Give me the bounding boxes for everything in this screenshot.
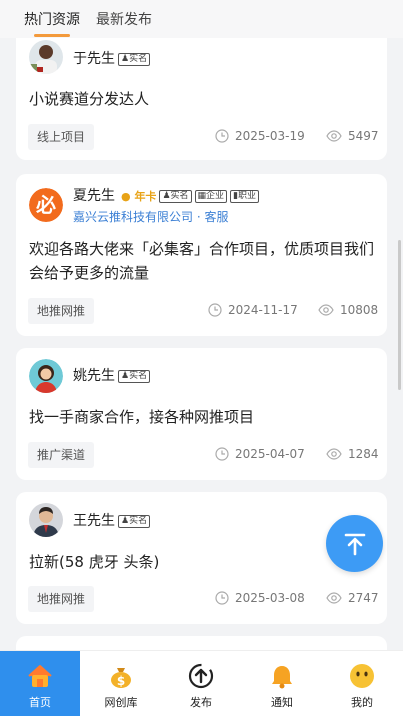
- bell-icon: [272, 666, 292, 689]
- home-icon: [28, 665, 52, 687]
- view-count-text: 5497: [348, 129, 379, 143]
- view-count-text: 10808: [340, 303, 379, 317]
- post-date-text: 2025-04-07: [235, 447, 305, 461]
- realname-badge: ♟实名: [159, 189, 192, 203]
- poster-name: 于先生 ♟实名: [73, 48, 151, 68]
- publish-icon: [188, 663, 214, 689]
- realname-badge: ♟实名: [118, 52, 151, 66]
- clock-icon: [215, 447, 229, 461]
- tab-hot-resources[interactable]: 热门资源: [24, 9, 80, 29]
- eye-icon: [326, 592, 342, 604]
- view-count: 10808: [318, 303, 378, 317]
- avatar[interactable]: [29, 359, 63, 393]
- poster-name-text: 夏先生: [73, 188, 115, 204]
- poster-name-text: 王先生: [73, 513, 115, 529]
- view-count: 2747: [326, 591, 379, 605]
- post-card[interactable]: 姚先生 ♟实名 找一手商家合作，接各种网推项目 推广渠道 2025-04-07 1…: [16, 348, 387, 480]
- post-date-text: 2025-03-19: [235, 129, 305, 143]
- eye-icon: [326, 130, 342, 142]
- post-date: 2025-03-19: [215, 129, 305, 143]
- nav-home[interactable]: 首页: [0, 651, 80, 716]
- svg-text:$: $: [117, 674, 125, 688]
- clock-icon: [208, 303, 222, 317]
- avatar[interactable]: 必: [29, 188, 63, 222]
- view-count: 5497: [326, 129, 379, 143]
- job-badge: ▮职业: [230, 189, 260, 203]
- post-content: 找一手商家合作，接各种网推项目: [29, 408, 255, 426]
- scrollbar[interactable]: [398, 240, 401, 390]
- nav-notifications[interactable]: 通知: [242, 651, 322, 716]
- scroll-to-top-button[interactable]: [326, 515, 383, 572]
- top-tab-bar: 热门资源 最新发布: [0, 0, 403, 38]
- nav-profile-label: 我的: [351, 696, 373, 709]
- clock-icon: [215, 129, 229, 143]
- company-link[interactable]: 嘉兴云推科技有限公司 · 客服: [73, 208, 228, 225]
- realname-badge: ♟实名: [118, 514, 151, 528]
- category-tag[interactable]: 线上项目: [28, 124, 95, 150]
- eye-icon: [318, 304, 334, 316]
- smiley-face-icon: [350, 664, 374, 688]
- post-date-text: 2025-03-08: [235, 591, 305, 605]
- category-tag[interactable]: 地推网推: [28, 586, 95, 612]
- post-date: 2025-04-07: [215, 447, 305, 461]
- clock-icon: [215, 591, 229, 605]
- view-count-text: 2747: [348, 591, 379, 605]
- annual-card-badge: ● 年卡: [121, 190, 157, 203]
- post-card[interactable]: 必 夏先生 ● 年卡 ♟实名 ▦企业 ▮职业 嘉兴云推科技有限公司 · 客服 欢迎各路大…: [16, 174, 387, 336]
- nav-home-label: 首页: [29, 696, 51, 709]
- post-content: 拉新(58 虎牙 头条): [29, 553, 160, 571]
- nav-publish[interactable]: 发布: [161, 651, 241, 716]
- view-count: 1284: [326, 447, 379, 461]
- category-tag[interactable]: 地推网推: [28, 298, 95, 324]
- nav-notifications-label: 通知: [271, 696, 293, 709]
- tab-latest-posts[interactable]: 最新发布: [96, 9, 152, 29]
- post-content: 欢迎各路大佬来「必集客」合作项目，优质项目我们会给予更多的流量: [29, 240, 375, 282]
- poster-name: 姚先生 ♟实名: [73, 365, 151, 385]
- svg-text:必: 必: [35, 193, 56, 217]
- enterprise-badge: ▦企业: [194, 189, 228, 203]
- arrow-up-icon: [344, 533, 365, 555]
- post-date-text: 2024-11-17: [228, 303, 298, 317]
- nav-resource-library-label: 网创库: [104, 696, 138, 709]
- post-date: 2025-03-08: [215, 591, 305, 605]
- poster-name: 王先生 ♟实名: [73, 510, 151, 530]
- nav-publish-label: 发布: [190, 696, 212, 709]
- bottom-nav: 首页 $ 网创库 发布 通知 我的: [0, 650, 403, 716]
- nav-profile[interactable]: 我的: [322, 651, 402, 716]
- avatar[interactable]: [29, 503, 63, 537]
- view-count-text: 1284: [348, 447, 379, 461]
- nav-resource-library[interactable]: $ 网创库: [81, 651, 161, 716]
- category-tag[interactable]: 推广渠道: [28, 442, 95, 468]
- post-content: 小说赛道分发达人: [29, 90, 150, 108]
- post-card[interactable]: 于先生 ♟实名 小说赛道分发达人 线上项目 2025-03-19 5497: [16, 28, 387, 160]
- realname-badge: ♟实名: [118, 369, 151, 383]
- poster-name-text: 姚先生: [73, 368, 115, 384]
- poster-name: 夏先生 ● 年卡 ♟实名 ▦企业 ▮职业: [73, 185, 260, 205]
- poster-name-text: 于先生: [73, 51, 115, 67]
- eye-icon: [326, 448, 342, 460]
- post-date: 2024-11-17: [208, 303, 298, 317]
- avatar[interactable]: [29, 40, 63, 74]
- active-tab-indicator: [34, 34, 70, 37]
- money-bag-icon: $: [111, 668, 131, 688]
